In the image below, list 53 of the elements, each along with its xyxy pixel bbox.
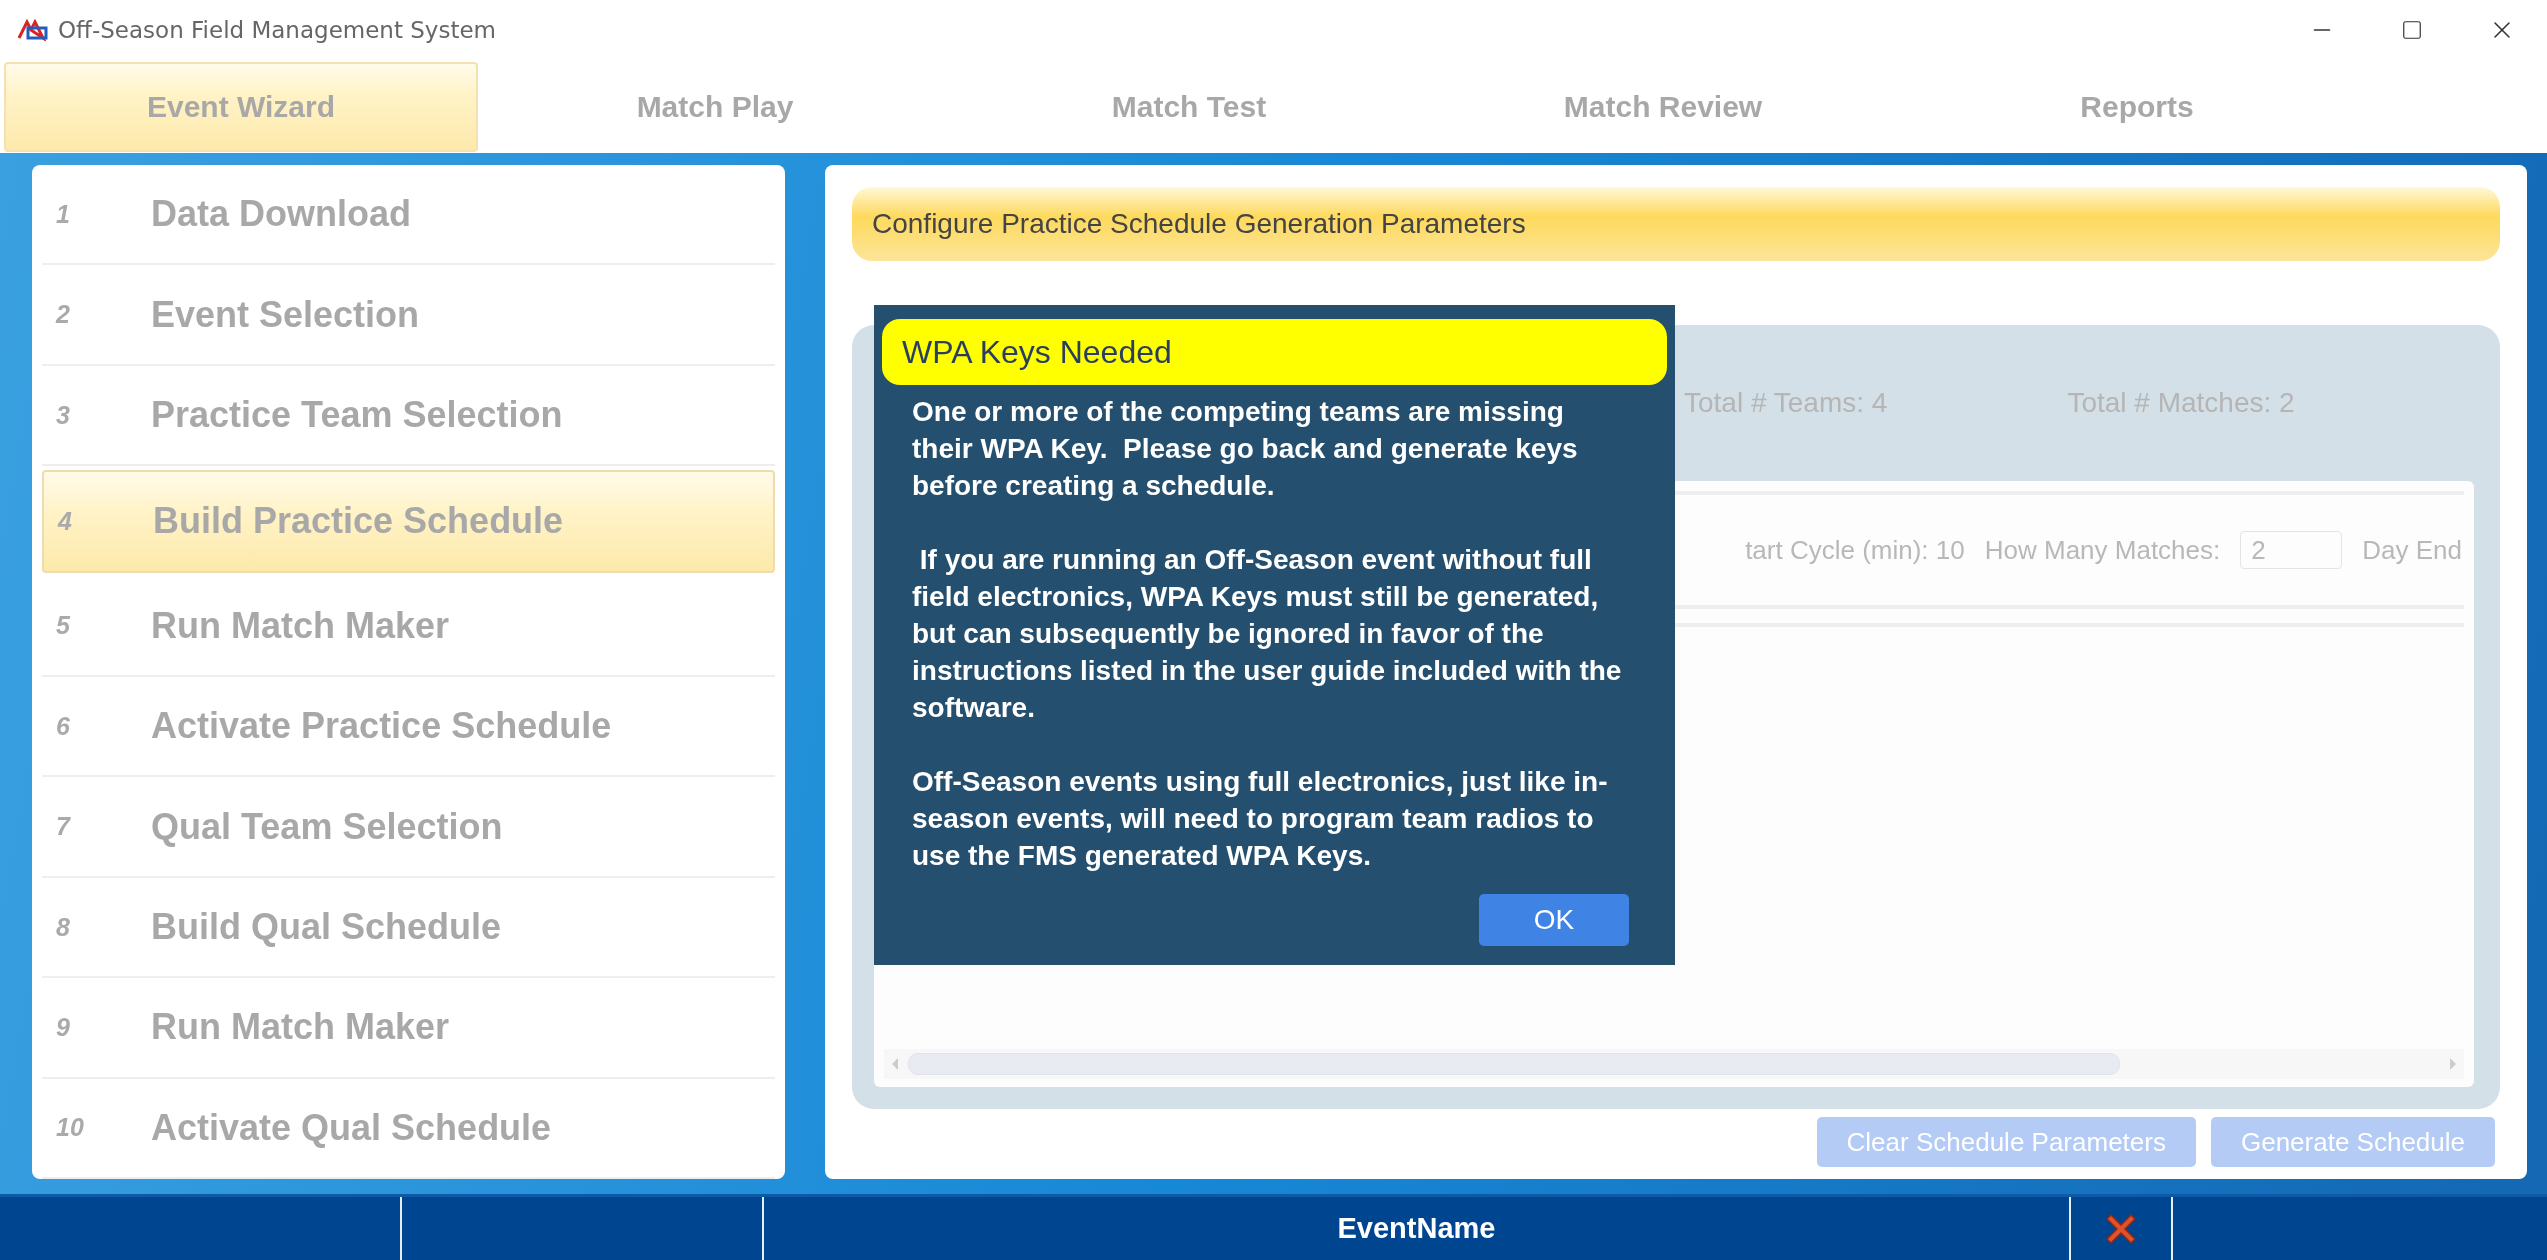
step-label: Run Match Maker	[151, 1006, 450, 1049]
dialog-title: WPA Keys Needed	[882, 319, 1667, 385]
window-title: Off-Season Field Management System	[58, 17, 497, 43]
step-number: 8	[56, 912, 71, 942]
wizard-step[interactable]: 8 Build Qual Schedule	[42, 877, 775, 979]
wizard-step[interactable]: 4 Build Practice Schedule	[42, 470, 775, 573]
step-label: Activate Practice Schedule	[151, 705, 612, 748]
section-header: Configure Practice Schedule Generation Parameters	[852, 187, 2500, 262]
tab[interactable]: Match Play	[478, 61, 952, 152]
step-number: 1	[56, 199, 71, 229]
wizard-step[interactable]: 2 Event Selection	[42, 265, 775, 366]
step-label: Event Selection	[151, 293, 420, 336]
dialog-message: If you are running an Off-Season event without full field electronics, WPA Keys must still be generated, but can subsequently be ignored in favor of the instructions listed in the user guide included with the software.	[911, 543, 1623, 725]
wizard-step[interactable]: 7 Qual Team Selection	[42, 777, 775, 878]
param-label: How Many Matches:	[1984, 534, 2221, 566]
maximize-icon[interactable]	[2401, 19, 2423, 41]
matches-field[interactable]: 2	[2240, 531, 2343, 570]
wizard-step[interactable]: 5 Run Match Maker	[42, 576, 775, 678]
scroll-right-icon[interactable]	[2448, 1057, 2458, 1072]
tab[interactable]: Match Test	[952, 61, 1426, 152]
action-button[interactable]: Generate Schedule	[2210, 1117, 2495, 1168]
step-number: 4	[58, 506, 73, 536]
step-label: Data Download	[151, 193, 411, 236]
wizard-step[interactable]: 1 Data Download	[42, 165, 775, 266]
wizard-step[interactable]: 10 Activate Qual Schedule	[42, 1078, 775, 1180]
step-label: Practice Team Selection	[151, 394, 563, 437]
dialog-message: One or more of the competing teams are missing their WPA Key. Please go back and generate keys before creating a schedule.	[911, 395, 1579, 503]
step-number: 7	[56, 812, 72, 842]
tab[interactable]: Event Wizard	[4, 61, 478, 152]
param-label: tart Cycle (min): 10	[1745, 534, 1965, 566]
step-label: Build Qual Schedule	[151, 906, 502, 949]
step-number: 10	[56, 1113, 85, 1143]
dialog-message: Off-Season events using full electronics, just like in-season events, will need to program team radios to use the FMS generated WPA Keys.	[911, 765, 1609, 873]
wizard-step[interactable]: 3 Practice Team Selection	[42, 365, 775, 467]
tab[interactable]: Reports	[1900, 61, 2374, 152]
step-number: 2	[56, 300, 71, 330]
step-number: 9	[56, 1013, 71, 1042]
step-number: 5	[56, 611, 71, 641]
scroll-left-icon[interactable]	[890, 1057, 900, 1072]
param-label: Day End	[2362, 534, 2462, 566]
action-button[interactable]: Clear Schedule Parameters	[1816, 1117, 2196, 1168]
tab[interactable]: Match Review	[1426, 61, 1900, 152]
step-number: 3	[56, 400, 71, 430]
step-label: Build Practice Schedule	[153, 500, 564, 543]
step-label: Activate Qual Schedule	[151, 1106, 552, 1149]
step-label: Qual Team Selection	[151, 805, 503, 848]
step-number: 6	[56, 711, 71, 741]
ok-button[interactable]: OK	[1479, 894, 1629, 946]
wizard-step[interactable]: 9 Run Match Maker	[42, 978, 775, 1079]
event-name: EventName	[1337, 1212, 1496, 1245]
logo-icon	[16, 19, 50, 41]
step-label: Run Match Maker	[151, 604, 450, 647]
wizard-step[interactable]: 6 Activate Practice Schedule	[42, 677, 775, 778]
